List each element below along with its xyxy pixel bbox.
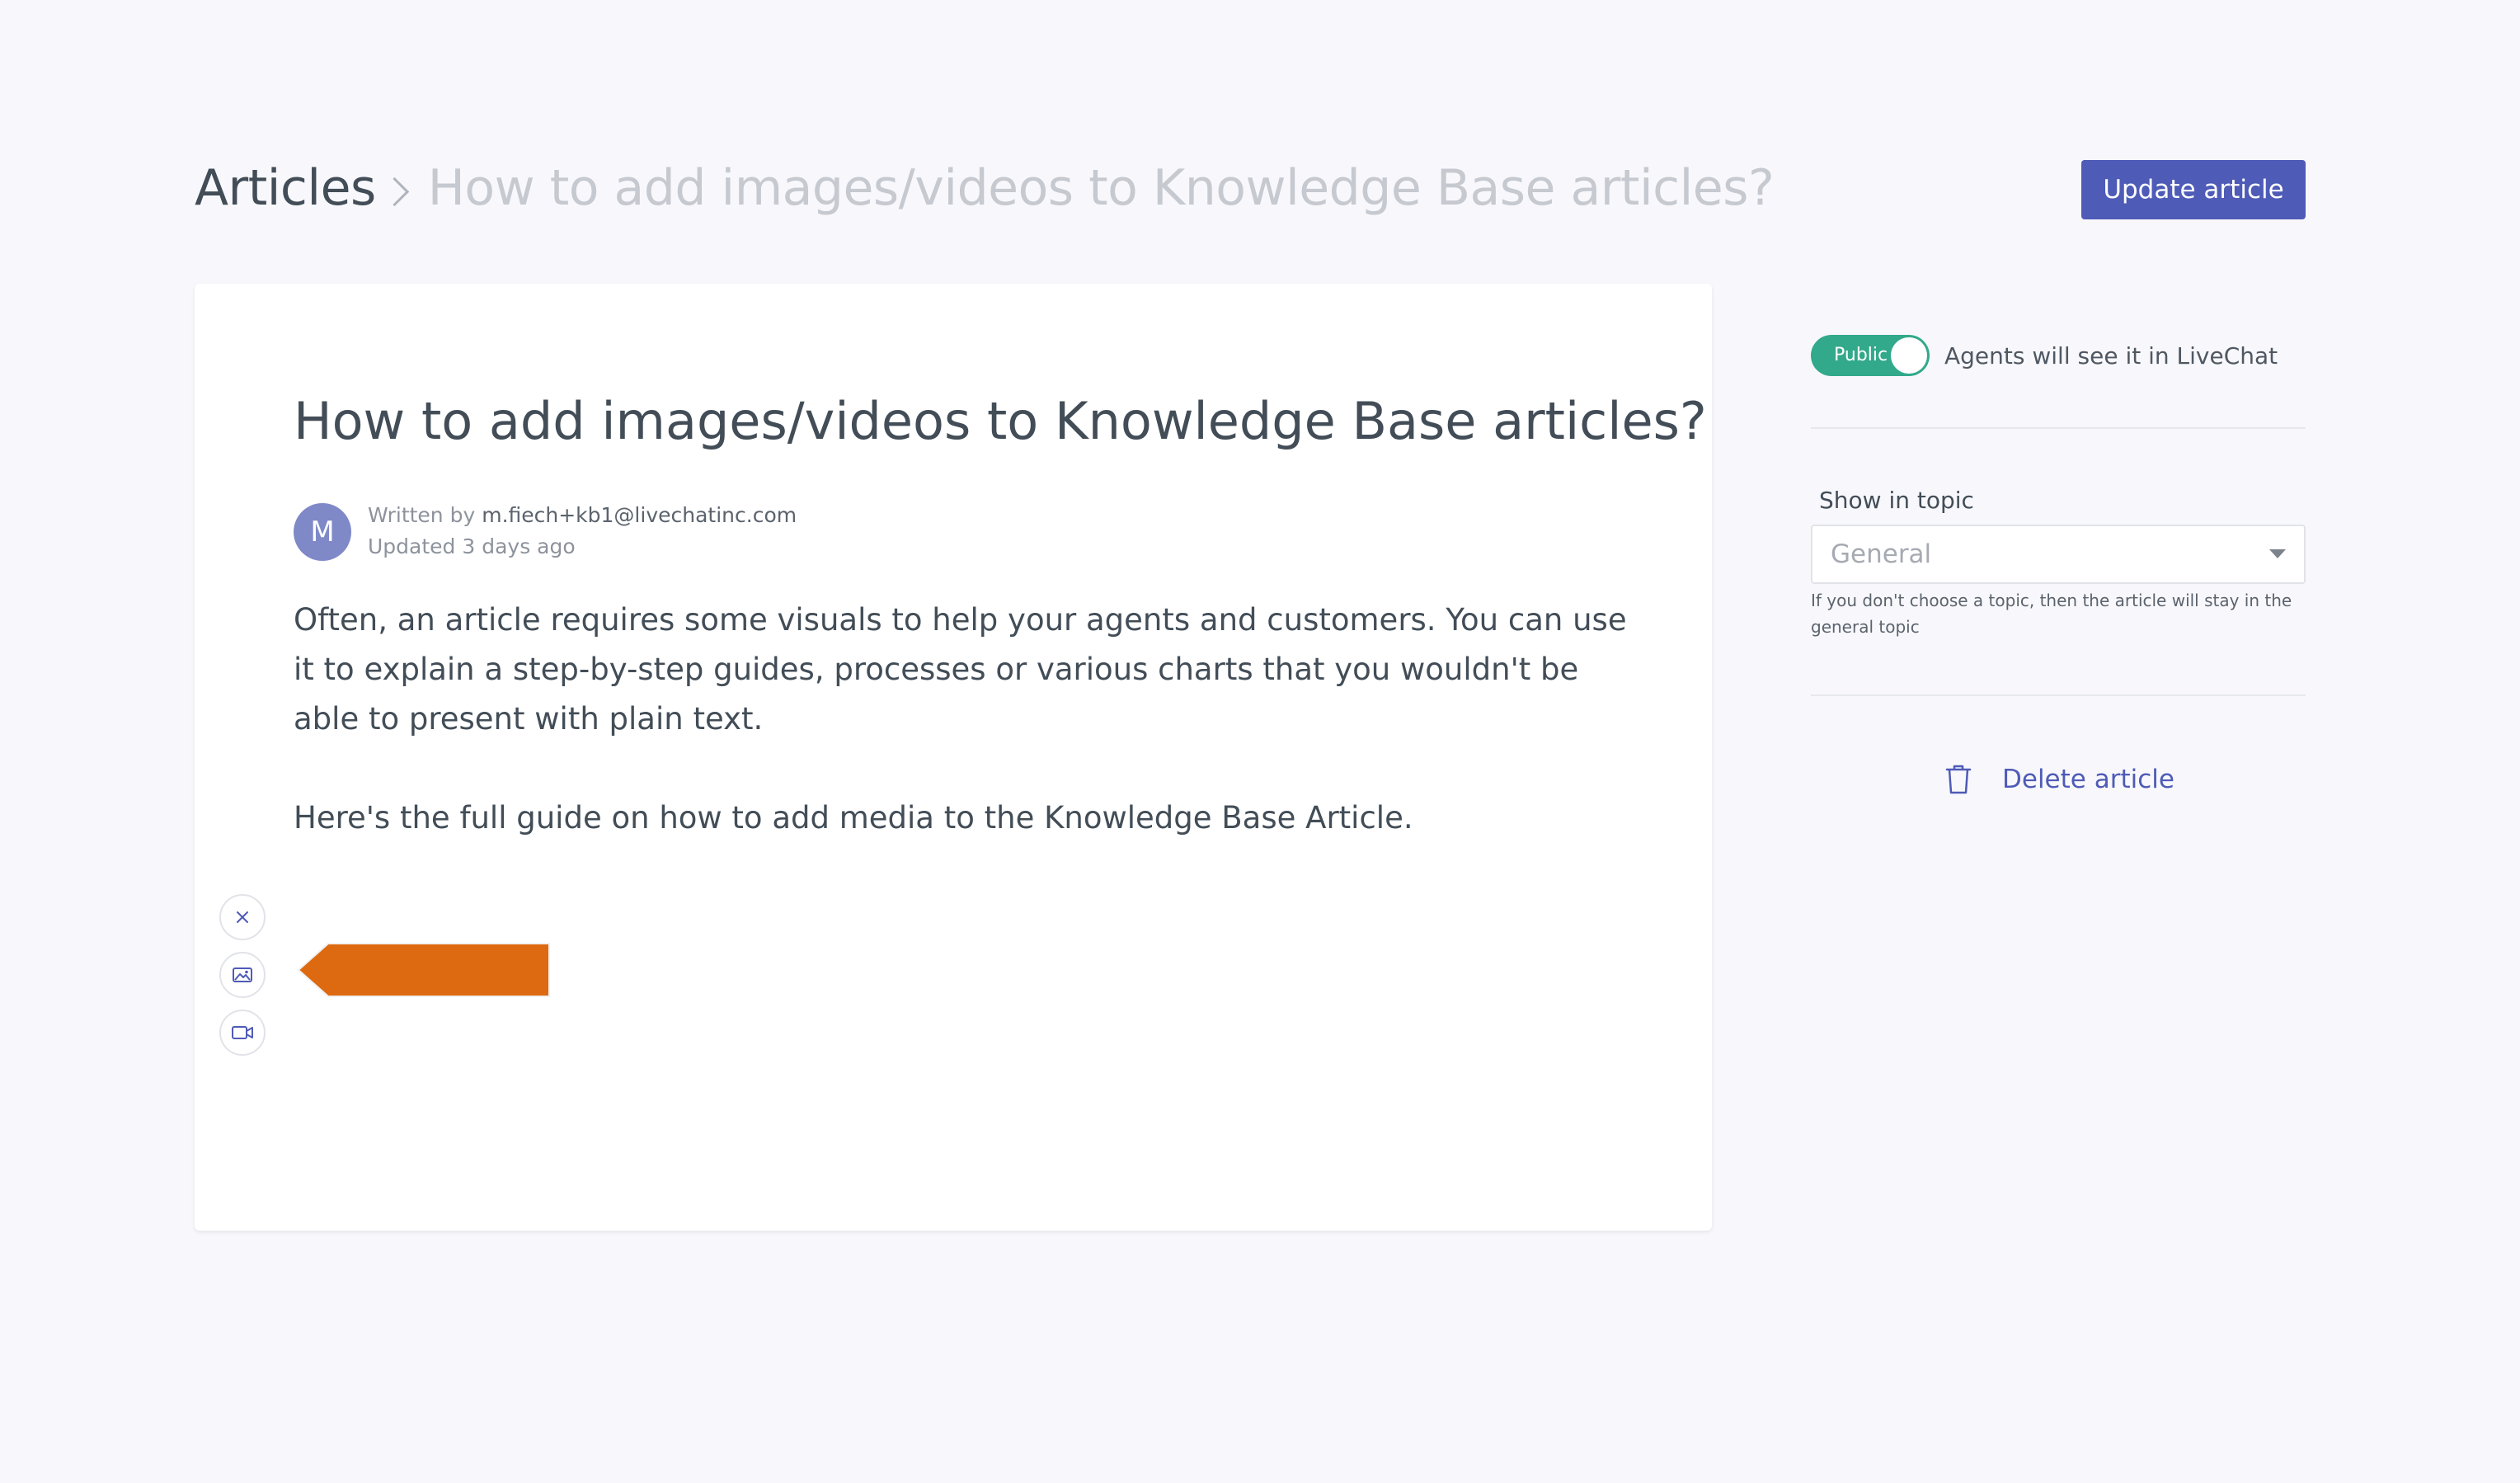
visibility-description: Agents will see it in LiveChat xyxy=(1944,341,2278,370)
article-paragraph[interactable]: Often, an article requires some visuals … xyxy=(294,596,1646,744)
divider xyxy=(1811,427,2306,429)
article-title[interactable]: How to add images/videos to Knowledge Ba… xyxy=(294,391,1707,451)
delete-article-button[interactable]: Delete article xyxy=(1944,759,2174,800)
written-by-label: Written by xyxy=(368,503,476,527)
delete-article-label: Delete article xyxy=(2002,765,2174,794)
public-toggle[interactable]: Public xyxy=(1811,335,1930,376)
article-meta: Written by m.fiech+kb1@livechatinc.com U… xyxy=(368,500,797,563)
close-media-menu-button[interactable] xyxy=(219,894,266,940)
article-body[interactable]: Often, an article requires some visuals … xyxy=(294,596,1646,892)
add-video-button[interactable] xyxy=(219,1010,266,1056)
image-icon xyxy=(233,967,252,982)
add-image-button[interactable] xyxy=(219,952,266,998)
page-header: Articles How to add images/videos to Kno… xyxy=(195,153,2306,223)
topic-selected-value: General xyxy=(1831,539,1932,569)
breadcrumb-articles-link[interactable]: Articles xyxy=(195,159,376,217)
toggle-label: Public xyxy=(1834,345,1888,365)
toggle-knob xyxy=(1891,337,1927,374)
caret-down-icon xyxy=(2269,549,2286,558)
divider xyxy=(1811,694,2306,696)
close-icon xyxy=(237,911,248,923)
visibility-setting: Public Agents will see it in LiveChat xyxy=(1811,335,2278,376)
update-article-button[interactable]: Update article xyxy=(2081,160,2306,219)
author-email: m.fiech+kb1@livechatinc.com xyxy=(482,503,797,527)
topic-label: Show in topic xyxy=(1819,487,1974,514)
topic-select[interactable]: General xyxy=(1811,525,2306,584)
breadcrumb-current-article: How to add images/videos to Knowledge Ba… xyxy=(427,159,1775,217)
breadcrumb: Articles How to add images/videos to Kno… xyxy=(195,153,1775,223)
article-paragraph[interactable]: Here's the full guide on how to add medi… xyxy=(294,793,1646,843)
video-icon xyxy=(232,1026,253,1039)
article-editor: How to add images/videos to Knowledge Ba… xyxy=(195,284,1712,1231)
trash-icon xyxy=(1945,765,1972,794)
topic-hint: If you don't choose a topic, then the ar… xyxy=(1811,591,2292,637)
updated-time: Updated 3 days ago xyxy=(368,534,576,558)
annotation-arrow-icon xyxy=(290,937,556,1003)
chevron-right-icon xyxy=(379,177,409,206)
avatar: M xyxy=(294,503,351,561)
